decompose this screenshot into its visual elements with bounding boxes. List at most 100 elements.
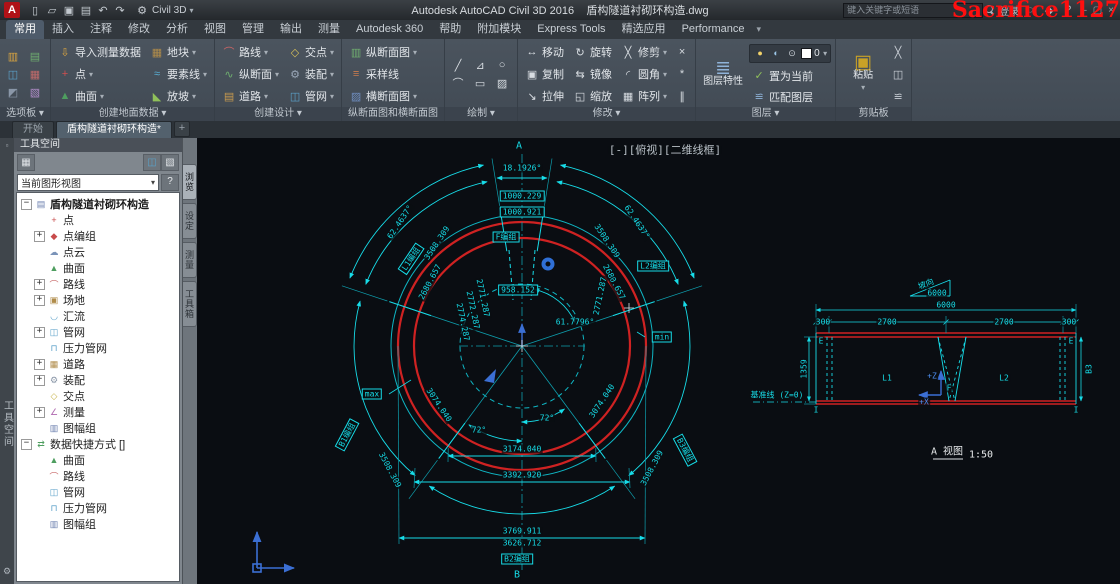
match-layer-button[interactable]: ≌匹配图层 (749, 89, 831, 105)
ribbon-tab-5[interactable]: 视图 (196, 20, 234, 39)
intersection-button[interactable]: ◇交点▾ (285, 44, 337, 60)
tree-item[interactable]: ◡汇流 (17, 308, 179, 324)
tree-item[interactable]: ⌒路线 (17, 468, 179, 484)
ribbon-tab-2[interactable]: 注释 (82, 20, 120, 39)
panorama-button[interactable]: ◫ (4, 66, 22, 82)
tree-item[interactable]: ▥图幅组 (17, 420, 179, 436)
ribbon-tab-12[interactable]: Express Tools (529, 20, 613, 39)
ribbon-tab-11[interactable]: 附加模块 (469, 20, 529, 39)
tree-item[interactable]: +⚙装配 (17, 372, 179, 388)
event-viewer-button[interactable]: ▦ (26, 66, 44, 82)
profile-view-button[interactable]: ▥纵断面图▾ (346, 44, 420, 60)
surfaces-button[interactable]: ▲曲面▾ (55, 88, 144, 104)
sample-lines-button[interactable]: ≡采样线 (346, 66, 420, 82)
match-properties-button[interactable]: ≌ (889, 88, 907, 104)
cut-button[interactable]: ╳ (889, 44, 907, 60)
scale-button[interactable]: ◱缩放 (570, 88, 615, 104)
erase-button[interactable]: × (673, 44, 691, 60)
workspace-switcher[interactable]: ⚙ Civil 3D ▾ (131, 4, 197, 17)
ribbon-tab-10[interactable]: 帮助 (431, 20, 469, 39)
app-logo-icon[interactable]: A (4, 2, 20, 18)
toolspace-help-button[interactable]: ? (161, 174, 179, 191)
import-survey-button[interactable]: ⇩导入测量数据 (55, 44, 144, 60)
rectangle-button[interactable]: ▭ (471, 75, 489, 91)
expander-icon[interactable]: − (21, 439, 32, 450)
layer-dropdown[interactable]: ●◐⊙0▾ (749, 44, 831, 63)
tree-item[interactable]: +▦道路 (17, 356, 179, 372)
tree-item[interactable]: −⇄数据快捷方式 [] (17, 436, 179, 452)
trim-button[interactable]: ╳修剪▾ (618, 44, 670, 60)
parcels-button[interactable]: ▦地块▾ (147, 44, 210, 60)
ribbon-tab-13[interactable]: 精选应用 (614, 20, 674, 39)
new-tab-button[interactable]: + (174, 121, 190, 137)
tree-item[interactable]: ⊓压力管网 (17, 340, 179, 356)
arc-button[interactable]: ⌒ (449, 75, 467, 91)
tree-item[interactable]: ◫管网 (17, 484, 179, 500)
drawing-canvas[interactable]: [-][俯视][二维线框]A18.1926°1000.2291000.921F编… (197, 138, 1120, 584)
ribbon-tab-8[interactable]: 测量 (310, 20, 348, 39)
fillet-button[interactable]: ◜圆角▾ (618, 66, 670, 82)
panel-label-0[interactable]: 选项板 ▾ (0, 107, 50, 121)
alignment-button[interactable]: ⌒路线▾ (219, 44, 282, 60)
tree-item[interactable]: +◫管网 (17, 324, 179, 340)
ribbon-tab-4[interactable]: 分析 (158, 20, 196, 39)
tree-item[interactable]: −▤盾构隧道衬砌环构造 (17, 196, 179, 212)
ribbon-tab-0[interactable]: 常用 (6, 20, 44, 39)
array-button[interactable]: ▦阵列▾ (618, 88, 670, 104)
circle-button[interactable]: ○ (493, 57, 511, 73)
expander-icon[interactable]: − (21, 199, 32, 210)
toolspace-tab-2[interactable]: 测量 (183, 242, 197, 278)
tree-item[interactable]: ▲曲面 (17, 260, 179, 276)
ribbon-tab-1[interactable]: 插入 (44, 20, 82, 39)
rotate-button[interactable]: ↻旋转 (570, 44, 615, 60)
assembly-button[interactable]: ⚙装配▾ (285, 66, 337, 82)
auto-hide-icon[interactable]: ▫ (6, 141, 9, 150)
tree-item[interactable]: ⊓压力管网 (17, 500, 179, 516)
inquiry-button[interactable]: ◩ (4, 84, 22, 100)
hatch-button[interactable]: ▨ (493, 75, 511, 91)
expander-icon[interactable]: + (34, 375, 45, 386)
view-selector-dropdown[interactable]: 当前图形视图 ▾ (17, 174, 159, 191)
expander-icon[interactable]: + (34, 407, 45, 418)
expander-icon[interactable]: + (34, 279, 45, 290)
properties-button[interactable]: ▤ (26, 48, 44, 64)
section-views-button[interactable]: ▨横断面图▾ (346, 88, 420, 104)
panel-label-1[interactable]: 创建地面数据 ▾ (51, 107, 214, 121)
tree-item[interactable]: ◇交点 (17, 388, 179, 404)
tree-item[interactable]: +▣场地 (17, 292, 179, 308)
toolspace-tab-3[interactable]: 工具箱 (183, 281, 197, 327)
explode-button[interactable]: * (673, 66, 691, 82)
toolspace-button[interactable]: ▥ (4, 48, 22, 64)
expander-icon[interactable]: + (34, 327, 45, 338)
expander-icon[interactable]: + (34, 231, 45, 242)
ribbon-tab-3[interactable]: 修改 (120, 20, 158, 39)
toolspace-tab-1[interactable]: 设定 (183, 203, 197, 239)
copy-clip-button[interactable]: ◫ (889, 66, 907, 82)
ribbon-minimize-button[interactable]: ▾ (757, 20, 762, 39)
pipe-network-button[interactable]: ◫管网▾ (285, 88, 337, 104)
file-tab-0[interactable]: 开始 (12, 121, 54, 138)
ribbon-tab-6[interactable]: 管理 (234, 20, 272, 39)
expander-icon[interactable]: + (34, 295, 45, 306)
palette-properties-icon[interactable]: ⚙ (3, 566, 11, 577)
expander-icon[interactable]: + (34, 359, 45, 370)
mirror-button[interactable]: ⇆镜像 (570, 66, 615, 82)
layer-properties-button[interactable]: ≣图层特性 (700, 41, 746, 107)
ribbon-tab-9[interactable]: Autodesk 360 (348, 20, 431, 39)
viewport-controls[interactable]: [-][俯视][二维线框] (608, 146, 722, 155)
tree-item[interactable]: +⌒路线 (17, 276, 179, 292)
ribbon-tab-7[interactable]: 输出 (272, 20, 310, 39)
toolspace-tab-0[interactable]: 浏览 (183, 164, 197, 200)
tree-item[interactable]: ▲曲面 (17, 452, 179, 468)
tree-item[interactable]: ▥图幅组 (17, 516, 179, 532)
panel-label-7[interactable]: 剪贴板 (836, 107, 911, 121)
panel-label-3[interactable]: 纵断面图和横断面图 (342, 107, 444, 121)
line-button[interactable]: ╱ (449, 57, 467, 73)
paste-button[interactable]: ▣粘贴▾ (840, 41, 886, 107)
panel-label-2[interactable]: 创建设计 ▾ (215, 107, 341, 121)
palette-title-bar[interactable]: ▫ 工具空间 ⚙ (0, 138, 14, 584)
panel-label-5[interactable]: 修改 ▾ (518, 107, 695, 121)
corridor-button[interactable]: ▤道路▾ (219, 88, 282, 104)
grading-button[interactable]: ◣放坡▾ (147, 88, 210, 104)
tree-item[interactable]: +∠测量 (17, 404, 179, 420)
